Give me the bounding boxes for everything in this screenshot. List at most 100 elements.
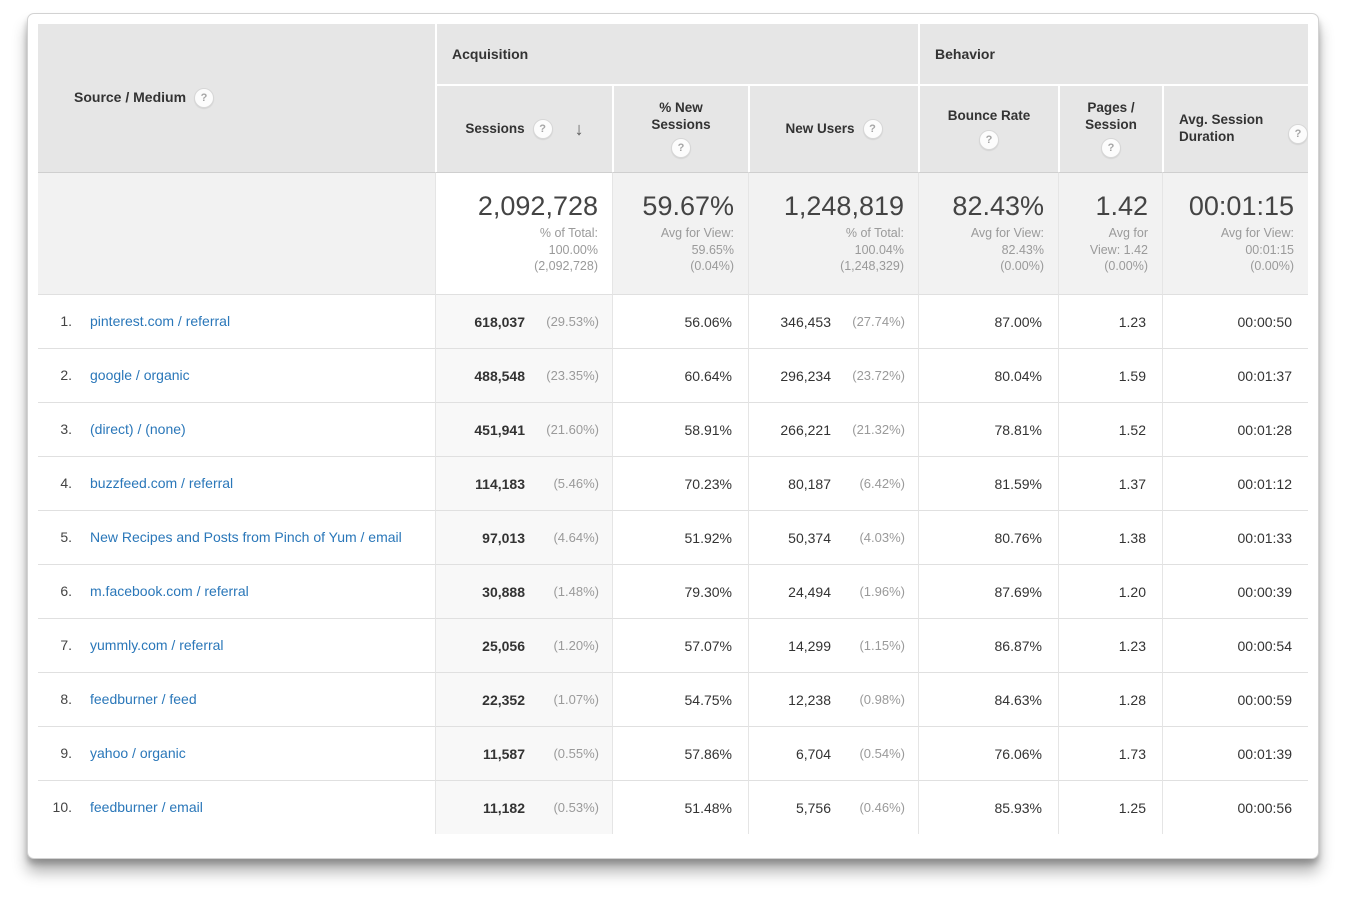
source-medium-cell: 9. yahoo / organic: [38, 726, 435, 780]
sessions-cell: 11,182 (0.53%): [435, 780, 612, 834]
new-sessions-cell: 56.06%: [612, 294, 748, 348]
pages-session-total-detail: Avg for View: 1.42 (0.00%): [1089, 226, 1148, 274]
help-icon[interactable]: ?: [1288, 123, 1308, 144]
analytics-report-card: Source / Medium ? Acquisition Behavior S…: [27, 13, 1319, 859]
table-row: 10. feedburner / email 11,182 (0.53%) 51.…: [38, 780, 1308, 834]
new-sessions-cell: 79.30%: [612, 564, 748, 618]
help-icon[interactable]: ?: [979, 129, 999, 150]
row-rank: 9.: [60, 745, 72, 762]
table-row: 9. yahoo / organic 11,587 (0.55%) 57.86% …: [38, 726, 1308, 780]
sessions-cell: 618,037 (29.53%): [435, 294, 612, 348]
new-users-total: 1,248,819: [783, 191, 904, 222]
pages-session-cell: 1.59: [1058, 348, 1162, 402]
avg-duration-cell: 00:00:39: [1162, 564, 1308, 618]
pages-session-cell: 1.73: [1058, 726, 1162, 780]
source-medium-link[interactable]: feedburner / email: [90, 798, 203, 817]
bounce-rate-total: 82.43%: [952, 191, 1044, 222]
source-medium-cell: 3. (direct) / (none): [38, 402, 435, 456]
pages-session-total: 1.42: [1095, 191, 1148, 222]
column-header-bounce-rate[interactable]: Bounce Rate ?: [918, 86, 1058, 172]
help-icon[interactable]: ?: [1101, 138, 1121, 159]
table-row: 6. m.facebook.com / referral 30,888 (1.48…: [38, 564, 1308, 618]
source-medium-link[interactable]: pinterest.com / referral: [90, 312, 230, 331]
totals-sessions-cell: 2,092,728 % of Total: 100.00% (2,092,728): [435, 172, 612, 294]
row-rank: 6.: [60, 583, 72, 600]
bounce-rate-cell: 85.93%: [918, 780, 1058, 834]
source-medium-cell: 5. New Recipes and Posts from Pinch of Y…: [38, 510, 435, 564]
sessions-header-label: Sessions: [465, 120, 525, 136]
source-medium-link[interactable]: yahoo / organic: [90, 744, 186, 763]
column-header-new-users[interactable]: New Users ?: [748, 86, 918, 172]
source-medium-link[interactable]: New Recipes and Posts from Pinch of Yum …: [90, 528, 402, 547]
table-row: 2. google / organic 488,548 (23.35%) 60.6…: [38, 348, 1308, 402]
bounce-rate-cell: 87.69%: [918, 564, 1058, 618]
table-row: 7. yummly.com / referral 25,056 (1.20%) 5…: [38, 618, 1308, 672]
help-icon[interactable]: ?: [194, 88, 215, 108]
totals-bounce-rate-cell: 82.43% Avg for View: 82.43% (0.00%): [918, 172, 1058, 294]
table-row: 3. (direct) / (none) 451,941 (21.60%) 58.…: [38, 402, 1308, 456]
sessions-cell: 97,013 (4.64%): [435, 510, 612, 564]
row-rank: 3.: [60, 421, 72, 438]
new-users-cell: 12,238 (0.98%): [748, 672, 918, 726]
sort-descending-icon[interactable]: ↓: [575, 119, 584, 140]
bounce-rate-cell: 78.81%: [918, 402, 1058, 456]
column-header-avg-session-duration[interactable]: Avg. Session Duration ?: [1162, 86, 1308, 172]
row-rank: 1.: [60, 313, 72, 330]
group-header-row: Source / Medium ? Acquisition Behavior: [38, 24, 1308, 172]
new-sessions-total-detail: Avg for View: 59.65% (0.04%): [660, 226, 734, 274]
source-medium-cell: 6. m.facebook.com / referral: [38, 564, 435, 618]
avg-duration-cell: 00:00:50: [1162, 294, 1308, 348]
pages-session-cell: 1.37: [1058, 456, 1162, 510]
pages-session-cell: 1.23: [1058, 294, 1162, 348]
source-medium-cell: 10. feedburner / email: [38, 780, 435, 834]
new-sessions-cell: 60.64%: [612, 348, 748, 402]
bounce-rate-cell: 76.06%: [918, 726, 1058, 780]
new-users-cell: 24,494 (1.96%): [748, 564, 918, 618]
bounce-rate-cell: 84.63%: [918, 672, 1058, 726]
sessions-cell: 30,888 (1.48%): [435, 564, 612, 618]
new-sessions-cell: 51.48%: [612, 780, 748, 834]
new-users-cell: 296,234 (23.72%): [748, 348, 918, 402]
bounce-rate-cell: 80.76%: [918, 510, 1058, 564]
source-medium-link[interactable]: google / organic: [90, 366, 190, 385]
pages-session-header-label: Pages / Session: [1085, 99, 1137, 132]
totals-avg-duration-cell: 00:01:15 Avg for View: 00:01:15 (0.00%): [1162, 172, 1308, 294]
row-rank: 10.: [52, 799, 72, 816]
new-users-cell: 50,374 (4.03%): [748, 510, 918, 564]
table-row: 4. buzzfeed.com / referral 114,183 (5.46%…: [38, 456, 1308, 510]
avg-duration-cell: 00:00:54: [1162, 618, 1308, 672]
column-header-sessions[interactable]: Sessions ? ↓: [435, 86, 612, 172]
source-medium-table: Source / Medium ? Acquisition Behavior S…: [38, 24, 1308, 834]
sessions-cell: 25,056 (1.20%): [435, 618, 612, 672]
sessions-cell: 11,587 (0.55%): [435, 726, 612, 780]
avg-duration-cell: 00:01:33: [1162, 510, 1308, 564]
avg-duration-cell: 00:01:37: [1162, 348, 1308, 402]
pages-session-cell: 1.52: [1058, 402, 1162, 456]
bounce-rate-cell: 80.04%: [918, 348, 1058, 402]
column-header-pages-session[interactable]: Pages / Session ?: [1058, 86, 1162, 172]
new-users-cell: 6,704 (0.54%): [748, 726, 918, 780]
help-icon[interactable]: ?: [532, 119, 553, 139]
new-sessions-cell: 51.92%: [612, 510, 748, 564]
row-rank: 5.: [60, 529, 72, 546]
source-medium-link[interactable]: (direct) / (none): [90, 420, 186, 439]
totals-new-sessions-cell: 59.67% Avg for View: 59.65% (0.04%): [612, 172, 748, 294]
new-users-cell: 266,221 (21.32%): [748, 402, 918, 456]
column-header-source-medium[interactable]: Source / Medium ?: [38, 24, 435, 172]
bounce-rate-header-label: Bounce Rate: [947, 108, 1031, 124]
table-row: 1. pinterest.com / referral 618,037 (29.5…: [38, 294, 1308, 348]
source-medium-link[interactable]: yummly.com / referral: [90, 636, 224, 655]
row-rank: 2.: [60, 367, 72, 384]
new-sessions-cell: 70.23%: [612, 456, 748, 510]
source-medium-header-label: Source / Medium: [74, 89, 187, 106]
source-medium-link[interactable]: m.facebook.com / referral: [90, 582, 249, 601]
table-row: 8. feedburner / feed 22,352 (1.07%) 54.75…: [38, 672, 1308, 726]
row-rank: 4.: [60, 475, 72, 492]
help-icon[interactable]: ?: [862, 119, 883, 139]
help-icon[interactable]: ?: [671, 138, 691, 159]
group-header-behavior: Behavior: [918, 24, 1308, 86]
source-medium-link[interactable]: buzzfeed.com / referral: [90, 474, 233, 493]
column-header-new-sessions[interactable]: % New Sessions ?: [612, 86, 748, 172]
pages-session-cell: 1.28: [1058, 672, 1162, 726]
source-medium-link[interactable]: feedburner / feed: [90, 690, 197, 709]
